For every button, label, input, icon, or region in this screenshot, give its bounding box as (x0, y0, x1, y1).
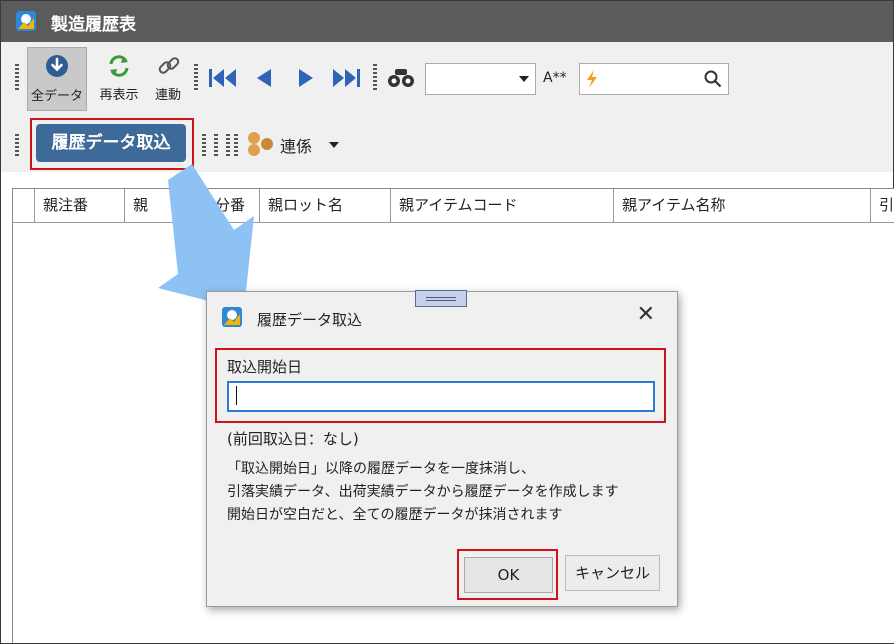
toolbar-grip[interactable] (214, 134, 218, 156)
window-title: 製造履歴表 (51, 15, 136, 35)
column-header[interactable]: 親注番 (35, 189, 125, 222)
column-header[interactable]: 親ロット名 (260, 189, 391, 222)
description-line: 開始日が空白だと、全ての履歴データが抹消されます (227, 507, 563, 523)
download-icon (46, 55, 68, 77)
column-header[interactable]: 親アイテムコード (391, 189, 614, 222)
chain-link-icon (158, 57, 180, 74)
column-header-selector[interactable] (13, 189, 35, 222)
drag-handle[interactable] (415, 290, 467, 307)
start-date-input[interactable] (227, 381, 655, 412)
next-record-icon[interactable] (295, 66, 317, 90)
app-logo-icon (16, 11, 36, 31)
redisplay-button[interactable]: 再表示 (91, 47, 147, 109)
ok-button-highlight: OK (457, 549, 558, 600)
toolbar-grip[interactable] (202, 134, 206, 156)
column-header[interactable]: 親アイテム名称 (614, 189, 871, 222)
close-icon[interactable]: ✕ (637, 302, 655, 327)
import-dialog: 履歴データ取込 ✕ 取込開始日 (前回取込日：なし) 「取込開始日」以降の履歴デ… (206, 290, 678, 607)
cancel-button[interactable]: キャンセル (565, 555, 660, 591)
text-cursor (236, 386, 237, 405)
all-data-label: 全データ (30, 89, 83, 104)
link-button[interactable]: 連動 (147, 47, 189, 109)
app-logo-icon (222, 307, 242, 327)
search-icon[interactable] (704, 70, 722, 88)
first-record-icon[interactable] (207, 66, 239, 90)
column-header[interactable]: 引 (871, 189, 894, 222)
lightning-icon (587, 70, 597, 88)
previous-record-icon[interactable] (253, 66, 275, 90)
previous-import-info: (前回取込日：なし) (227, 430, 359, 448)
dialog-description: 「取込開始日」以降の履歴データを一度抹消し、 引落実績データ、出荷実績データから… (227, 458, 619, 527)
last-record-icon[interactable] (330, 66, 362, 90)
toolbar-grip[interactable] (194, 64, 198, 92)
title-bar: 製造履歴表 (1, 1, 893, 42)
import-history-button[interactable]: 履歴データ取込 (36, 124, 186, 162)
binoculars-icon[interactable] (387, 67, 415, 89)
toolbar-grip[interactable] (226, 134, 230, 156)
chevron-down-icon (329, 142, 339, 148)
toolbar-grip[interactable] (15, 134, 19, 156)
refresh-icon (109, 55, 129, 77)
toolbar-grip[interactable] (15, 64, 19, 92)
dialog-title: 履歴データ取込 (257, 311, 363, 329)
coordination-icon (248, 132, 273, 156)
toolbar-grip[interactable] (373, 64, 377, 92)
description-line: 引落実績データ、出荷実績データから履歴データを作成します (227, 484, 619, 500)
description-line: 「取込開始日」以降の履歴データを一度抹消し、 (227, 461, 535, 477)
all-data-button[interactable]: 全データ (27, 47, 87, 111)
search-input[interactable] (579, 63, 729, 95)
start-date-label: 取込開始日 (227, 358, 303, 376)
redisplay-label: 再表示 (99, 88, 139, 103)
ok-button[interactable]: OK (464, 557, 553, 593)
font-size-label: A** (543, 70, 567, 86)
renkei-label: 連係 (280, 137, 313, 156)
chevron-down-icon (519, 76, 529, 82)
link-label: 連動 (154, 88, 181, 103)
grid-header: 親注番 親 親分番 親ロット名 親アイテムコード 親アイテム名称 引 (13, 189, 894, 223)
toolbar-grip[interactable] (234, 134, 238, 156)
filter-dropdown[interactable] (425, 63, 536, 95)
